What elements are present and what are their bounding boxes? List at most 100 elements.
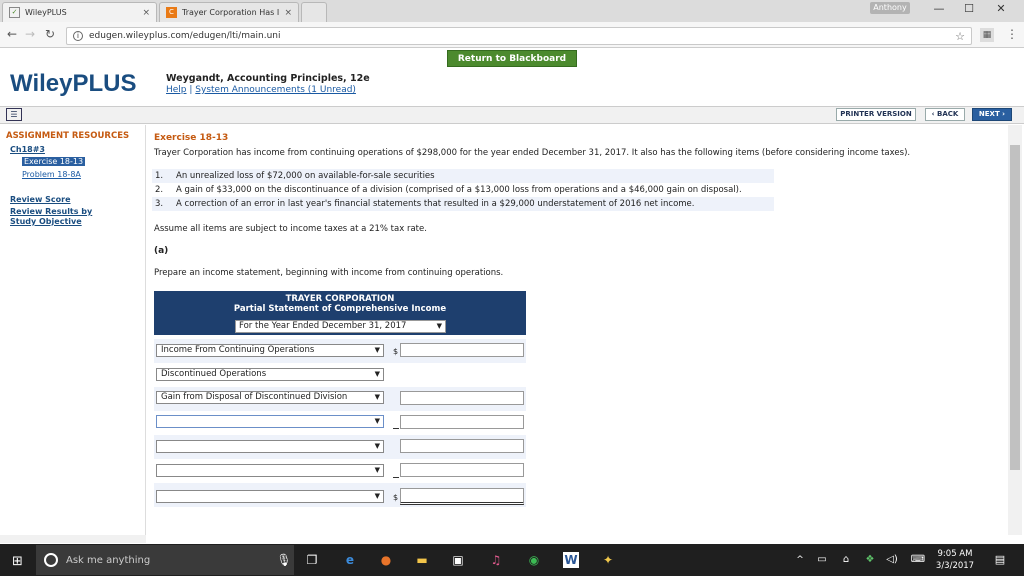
battery-icon[interactable]: ▭ — [814, 552, 830, 568]
course-title: Weygandt, Accounting Principles, 12e — [166, 73, 370, 84]
tax-assumption-text: Assume all items are subject to income t… — [154, 224, 427, 234]
wileyplus-favicon-icon: ✓ — [9, 7, 20, 18]
line-item-select[interactable]: ▼ — [156, 440, 384, 453]
line-item-select[interactable]: ▼ — [156, 464, 384, 477]
line-item-select[interactable]: Gain from Disposal of Discontinued Divis… — [156, 391, 384, 404]
new-tab-button[interactable] — [301, 2, 327, 22]
wileyplus-logo: WileyPLUS — [10, 70, 137, 97]
printer-version-button[interactable]: PRINTER VERSION — [836, 108, 916, 121]
microphone-icon[interactable]: 🎙 — [276, 552, 292, 568]
cortana-circle-icon — [44, 553, 58, 567]
help-link[interactable]: Help — [166, 85, 187, 95]
line-item-select[interactable]: ▼ — [156, 415, 384, 428]
close-window-button[interactable]: ✕ — [990, 2, 1012, 18]
line-item-select[interactable]: Discontinued Operations ▼ — [156, 368, 384, 381]
store-icon[interactable]: ▣ — [450, 552, 466, 568]
dropdown-caret-icon: ▼ — [374, 492, 380, 500]
sidebar-horizontal-scrollbar[interactable] — [0, 535, 146, 543]
menu-dots-icon[interactable]: ⋮ — [1004, 26, 1020, 42]
bookmark-star-icon[interactable]: ☆ — [955, 30, 965, 43]
dropdown-caret-icon: ▼ — [374, 442, 380, 450]
task-view-icon[interactable]: ❐ — [304, 552, 320, 568]
list-item: 1. An unrealized loss of $72,000 on avail… — [152, 169, 774, 183]
keyboard-icon[interactable]: ⌨ — [910, 552, 926, 568]
notifications-icon[interactable]: ▤ — [992, 552, 1008, 568]
sidebar-header: ASSIGNMENT RESOURCES — [6, 131, 130, 141]
url-input[interactable]: i edugen.wileyplus.com/edugen/lti/main.u… — [66, 27, 972, 45]
next-button[interactable]: NEXT › — [972, 108, 1012, 121]
edge-icon[interactable]: e — [342, 552, 358, 568]
extension-icon[interactable]: ▦ — [980, 28, 994, 42]
firefox-icon[interactable]: ● — [378, 552, 394, 568]
volume-icon[interactable]: ◁) — [884, 552, 900, 568]
exercise-title: Exercise 18-13 — [154, 133, 229, 143]
file-explorer-icon[interactable]: ▬ — [414, 552, 430, 568]
sidebar-item-problem[interactable]: Problem 18-8A — [22, 170, 81, 179]
taskbar-clock[interactable]: 9:05 AM 3/3/2017 — [935, 548, 975, 572]
tab-label: WileyPLUS — [25, 8, 67, 17]
announcements-link[interactable]: System Announcements (1 Unread) — [195, 85, 356, 95]
back-button[interactable]: ‹ BACK — [925, 108, 965, 121]
tab-label: Trayer Corporation Has I — [182, 8, 280, 17]
item-text: A correction of an error in last year's … — [176, 199, 695, 209]
amount-input[interactable] — [400, 488, 524, 505]
resources-sidebar — [0, 125, 146, 535]
dropdown-caret-icon: ▼ — [374, 393, 380, 401]
user-profile-badge[interactable]: Anthony — [870, 2, 910, 14]
resources-toggle-icon[interactable]: ☰ — [6, 108, 22, 121]
chrome-icon[interactable]: ◉ — [526, 552, 542, 568]
sidebar-item-chapter[interactable]: Ch18#3 — [10, 145, 45, 154]
dropdown-caret-icon: ▼ — [436, 322, 442, 330]
tab-wileyplus[interactable]: ✓ WileyPLUS × — [2, 2, 157, 22]
line-item-select[interactable]: Income From Continuing Operations ▼ — [156, 344, 384, 357]
dropbox-icon[interactable]: ❖ — [862, 552, 878, 568]
period-value: For the Year Ended December 31, 2017 — [239, 321, 407, 331]
maximize-button[interactable]: ☐ — [958, 2, 980, 18]
review-results-link[interactable]: Review Results by Study Objective — [10, 207, 120, 227]
item-text: A gain of $33,000 on the discontinuance … — [176, 185, 742, 195]
list-item: 3. A correction of an error in last year'… — [152, 197, 774, 211]
amount-input[interactable] — [400, 439, 524, 453]
item-number: 1. — [155, 171, 164, 181]
back-arrow-icon[interactable]: ← — [4, 26, 20, 42]
clock-time: 9:05 AM — [937, 549, 973, 559]
instructions-text: Prepare an income statement, beginning w… — [154, 268, 504, 278]
tab-chegg[interactable]: C Trayer Corporation Has I × — [159, 2, 299, 22]
amount-input[interactable] — [400, 415, 524, 429]
list-item: 2. A gain of $33,000 on the discontinuanc… — [152, 183, 774, 197]
item-number: 3. — [155, 199, 164, 209]
line-item-select[interactable]: ▼ — [156, 490, 384, 503]
cortana-search-input[interactable]: Ask me anything — [36, 545, 294, 575]
amount-input[interactable] — [400, 343, 524, 357]
item-text: An unrealized loss of $72,000 on availab… — [176, 171, 435, 181]
windows-start-icon[interactable]: ⊞ — [12, 554, 23, 569]
help-links: Help | System Announcements (1 Unread) — [166, 85, 356, 95]
close-icon[interactable]: × — [142, 8, 150, 18]
word-icon[interactable]: W — [563, 552, 579, 568]
period-select[interactable]: For the Year Ended December 31, 2017 ▼ — [235, 320, 446, 333]
sidebar-item-exercise-active[interactable]: Exercise 18-13 — [22, 157, 86, 166]
underline-mark — [393, 477, 399, 478]
scrollbar-thumb[interactable] — [1010, 145, 1020, 470]
url-text: edugen.wileyplus.com/edugen/lti/main.uni — [89, 31, 281, 41]
forward-arrow-icon[interactable]: → — [22, 26, 38, 42]
chegg-favicon-icon: C — [166, 7, 177, 18]
return-to-blackboard-button[interactable]: Return to Blackboard — [447, 50, 577, 67]
underline-mark — [393, 428, 399, 429]
line-item-value: Gain from Disposal of Discontinued Divis… — [161, 392, 348, 402]
minimize-button[interactable]: — — [928, 2, 950, 18]
amount-input[interactable] — [400, 391, 524, 405]
reload-icon[interactable]: ↻ — [42, 26, 58, 42]
info-icon[interactable]: i — [73, 31, 83, 41]
exercise-intro: Trayer Corporation has income from conti… — [154, 148, 911, 158]
close-icon[interactable]: × — [284, 8, 292, 18]
network-icon[interactable]: ⌂ — [838, 552, 854, 568]
dollar-sign: $ — [393, 493, 399, 502]
line-item-value: Income From Continuing Operations — [161, 345, 315, 355]
amount-input[interactable] — [400, 463, 524, 477]
itunes-icon[interactable]: ♫ — [488, 552, 504, 568]
review-score-link[interactable]: Review Score — [10, 195, 71, 204]
app-icon[interactable]: ✦ — [600, 552, 616, 568]
show-hidden-icons-chevron[interactable]: ^ — [792, 552, 808, 568]
item-number: 2. — [155, 185, 164, 195]
